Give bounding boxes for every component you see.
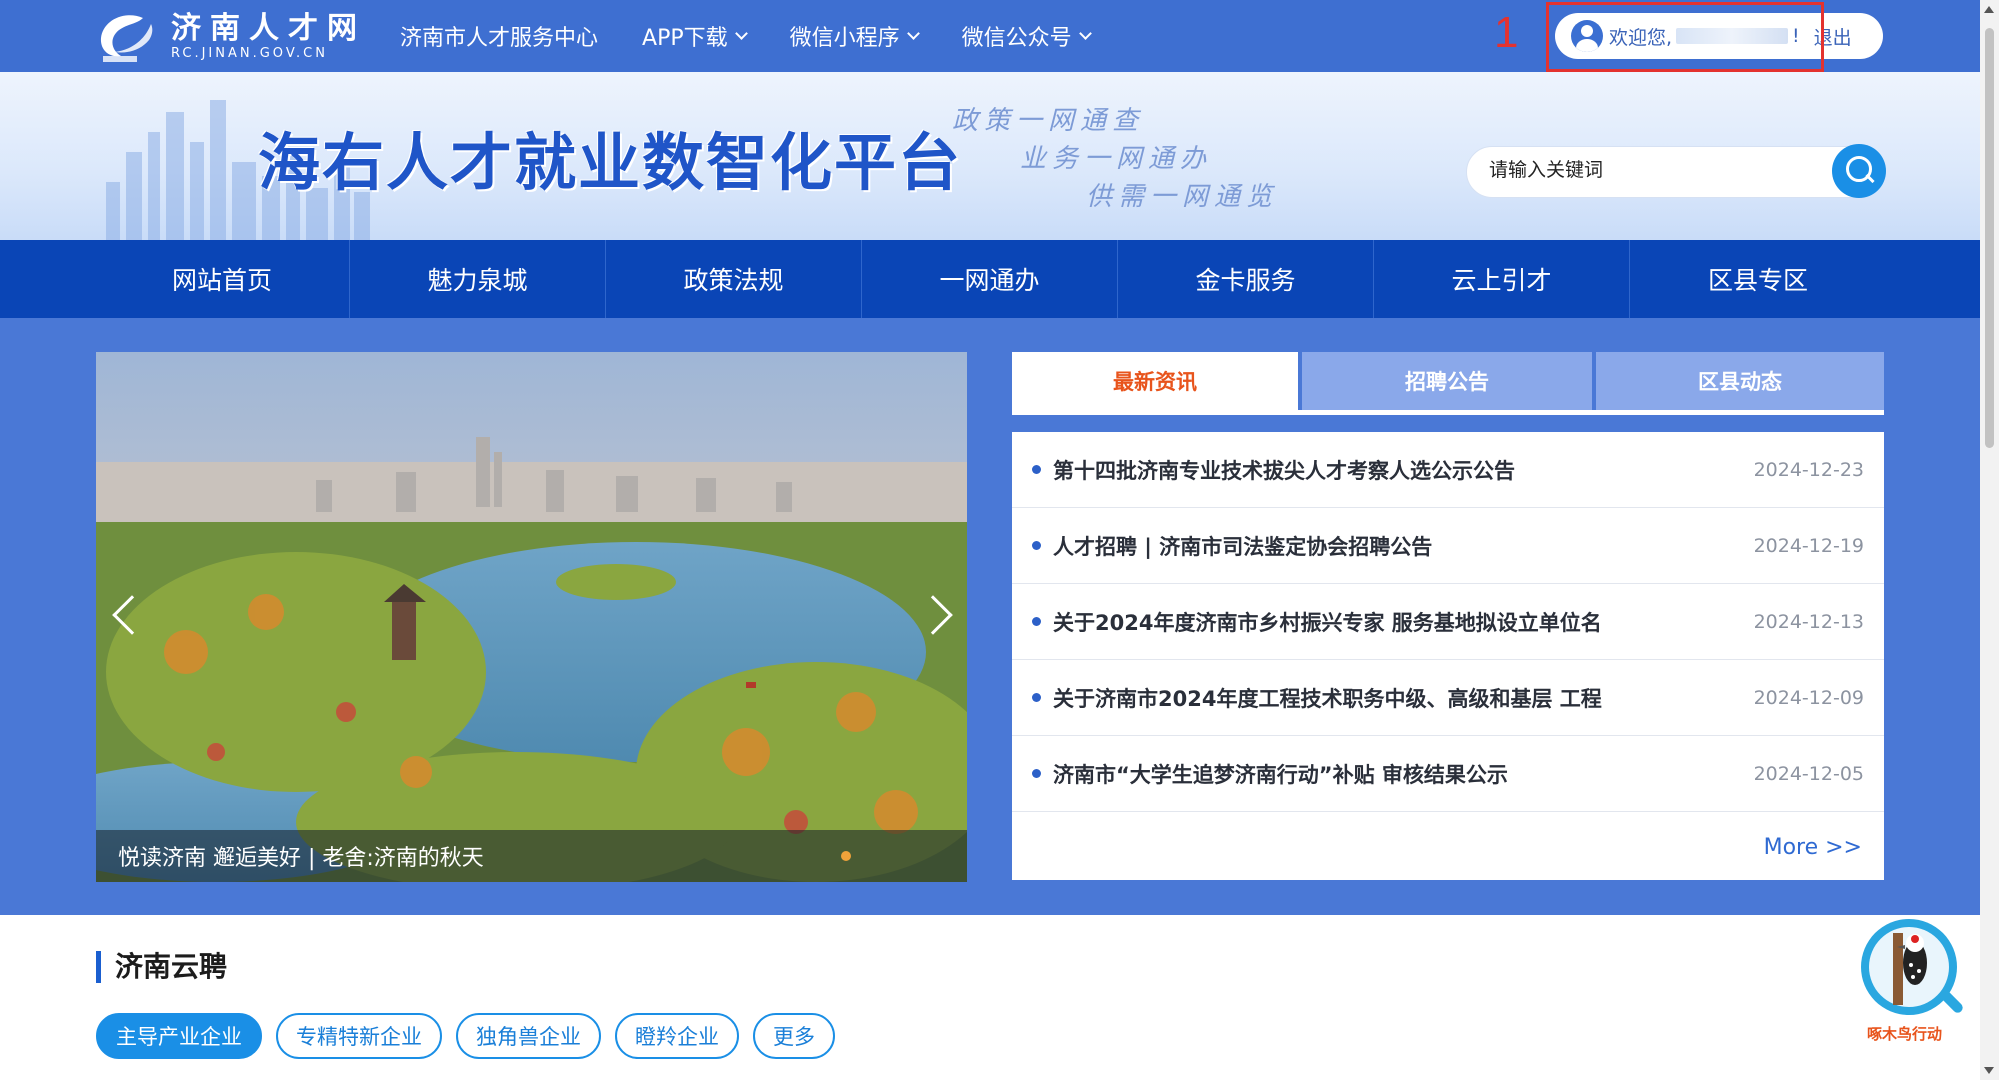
slogan-supply-demand: 供需一网通览: [1086, 182, 1279, 212]
badge-text: 啄木鸟行动: [1867, 1025, 1943, 1043]
topnav-wechat-miniprogram[interactable]: 微信小程序: [790, 20, 920, 52]
pill-leading-industry[interactable]: 主导产业企业: [96, 1013, 262, 1059]
slogan-business: 业务一网通办: [1020, 144, 1213, 174]
news-title[interactable]: 关于济南市2024年度工程技术职务中级、高级和基层 工程: [1053, 683, 1733, 713]
page-scrollbar[interactable]: [1980, 0, 1999, 1080]
list-item[interactable]: 关于济南市2024年度工程技术职务中级、高级和基层 工程 2024-12-09: [1012, 660, 1884, 736]
carousel-prev-button[interactable]: [108, 587, 152, 643]
news-tabs: 最新资讯 招聘公告 区县动态: [1012, 352, 1884, 415]
section-title: 济南云聘: [96, 951, 227, 983]
search-input[interactable]: [1489, 159, 1809, 181]
news-date: 2024-12-19: [1753, 534, 1864, 557]
news-date: 2024-12-09: [1753, 686, 1864, 709]
list-item[interactable]: 第十四批济南专业技术拔尖人才考察人选公示公告 2024-12-23: [1012, 432, 1884, 508]
bullet-icon: [1032, 465, 1041, 474]
cloud-hiring-section: 济南云聘 主导产业企业 专精特新企业 独角兽企业 瞪羚企业 更多: [0, 915, 1980, 1080]
mainnav-charm-city[interactable]: 魅力泉城: [350, 240, 606, 318]
tab-underline: [1012, 410, 1884, 415]
bullet-icon: [1032, 769, 1041, 778]
chevron-down-icon: [734, 27, 748, 40]
mainnav-gold-card[interactable]: 金卡服务: [1118, 240, 1374, 318]
tab-latest-news[interactable]: 最新资讯: [1012, 352, 1298, 410]
annotation-highlight-box: [1546, 2, 1824, 72]
news-title[interactable]: 济南市“大学生追梦济南行动”补贴 审核结果公示: [1053, 759, 1733, 789]
mainnav-policies[interactable]: 政策法规: [606, 240, 862, 318]
news-date: 2024-12-05: [1753, 762, 1864, 785]
carousel-caption-bar: 悦读济南 邂逅美好 | 老舍:济南的秋天: [96, 830, 967, 882]
top-nav: 济南市人才服务中心 APP下载 微信小程序 微信公众号: [400, 0, 1134, 72]
list-item[interactable]: 人才招聘 | 济南市司法鉴定协会招聘公告 2024-12-19: [1012, 508, 1884, 584]
pill-unicorn[interactable]: 独角兽企业: [456, 1013, 601, 1059]
list-item[interactable]: 关于2024年度济南市乡村振兴专家 服务基地拟设立单位名 2024-12-13: [1012, 584, 1884, 660]
news-list: 第十四批济南专业技术拔尖人才考察人选公示公告 2024-12-23 人才招聘 |…: [1012, 432, 1884, 880]
mainnav-one-stop-service[interactable]: 一网通办: [862, 240, 1118, 318]
image-carousel[interactable]: 悦读济南 邂逅美好 | 老舍:济南的秋天: [96, 352, 967, 882]
bullet-icon: [1032, 617, 1041, 626]
mainnav-home[interactable]: 网站首页: [0, 240, 350, 318]
platform-title: 海右人才就业数智化平台: [258, 126, 963, 199]
list-item[interactable]: 济南市“大学生追梦济南行动”补贴 审核结果公示 2024-12-05: [1012, 736, 1884, 812]
pill-specialized-new[interactable]: 专精特新企业: [276, 1013, 442, 1059]
bullet-icon: [1032, 541, 1041, 550]
mainnav-district-zone[interactable]: 区县专区: [1630, 240, 1886, 318]
magnifier-woodpecker-icon: [1861, 919, 1963, 1015]
search-box: [1466, 146, 1884, 198]
category-pills: 主导产业企业 专精特新企业 独角兽企业 瞪羚企业 更多: [96, 1013, 849, 1059]
bullet-icon: [1032, 693, 1041, 702]
logo-subtitle: RC.JINAN.GOV.CN: [171, 46, 328, 61]
mainnav-cloud-recruit[interactable]: 云上引才: [1374, 240, 1630, 318]
site-logo[interactable]: 济南人才网 RC.JINAN.GOV.CN: [95, 10, 366, 64]
news-panel: 最新资讯 招聘公告 区县动态 第十四批济南专业技术拔尖人才考察人选公示公告 20…: [1012, 352, 1884, 880]
scroll-up-arrow-icon[interactable]: [1984, 6, 1994, 13]
tab-recruitment-notices[interactable]: 招聘公告: [1302, 352, 1592, 410]
top-bar: 济南人才网 RC.JINAN.GOV.CN 济南市人才服务中心 APP下载 微信…: [0, 0, 1980, 72]
slogan-policy: 政策一网通查: [952, 106, 1145, 136]
scroll-thumb[interactable]: [1985, 28, 1994, 448]
news-title[interactable]: 第十四批济南专业技术拔尖人才考察人选公示公告: [1053, 455, 1733, 485]
pill-gazelle[interactable]: 瞪羚企业: [615, 1013, 739, 1059]
search-button[interactable]: [1832, 144, 1886, 198]
carousel-next-button[interactable]: [913, 587, 955, 643]
logo-title: 济南人才网: [171, 11, 366, 46]
chevron-down-icon: [906, 27, 920, 40]
news-date: 2024-12-23: [1753, 458, 1864, 481]
carousel-lake-image: [96, 352, 967, 882]
more-news-link[interactable]: More >>: [1764, 835, 1862, 860]
carousel-indicator-dot[interactable]: [841, 851, 851, 861]
woodpecker-action-badge[interactable]: 啄木鸟行动: [1853, 915, 1973, 1047]
news-date: 2024-12-13: [1753, 610, 1864, 633]
chevron-right-icon: [913, 595, 953, 635]
topnav-app-download[interactable]: APP下载: [642, 20, 748, 52]
topnav-wechat-official[interactable]: 微信公众号: [962, 20, 1092, 52]
header-banner: 海右人才就业数智化平台 政策一网通查 业务一网通办 供需一网通览: [0, 72, 1980, 240]
chevron-down-icon: [1078, 27, 1092, 40]
logo-mark-icon: [100, 15, 153, 62]
news-title[interactable]: 人才招聘 | 济南市司法鉴定协会招聘公告: [1053, 531, 1733, 561]
scroll-down-arrow-icon[interactable]: [1984, 1067, 1994, 1074]
tab-district-updates[interactable]: 区县动态: [1596, 352, 1884, 410]
annotation-number: 1: [1494, 8, 1519, 57]
topnav-talent-center[interactable]: 济南市人才服务中心: [400, 20, 598, 52]
news-title[interactable]: 关于2024年度济南市乡村振兴专家 服务基地拟设立单位名: [1053, 607, 1733, 637]
pill-more[interactable]: 更多: [753, 1013, 835, 1059]
carousel-caption[interactable]: 悦读济南 邂逅美好 | 老舍:济南的秋天: [118, 840, 484, 872]
main-nav: 网站首页 魅力泉城 政策法规 一网通办 金卡服务 云上引才 区县专区: [0, 240, 1980, 318]
